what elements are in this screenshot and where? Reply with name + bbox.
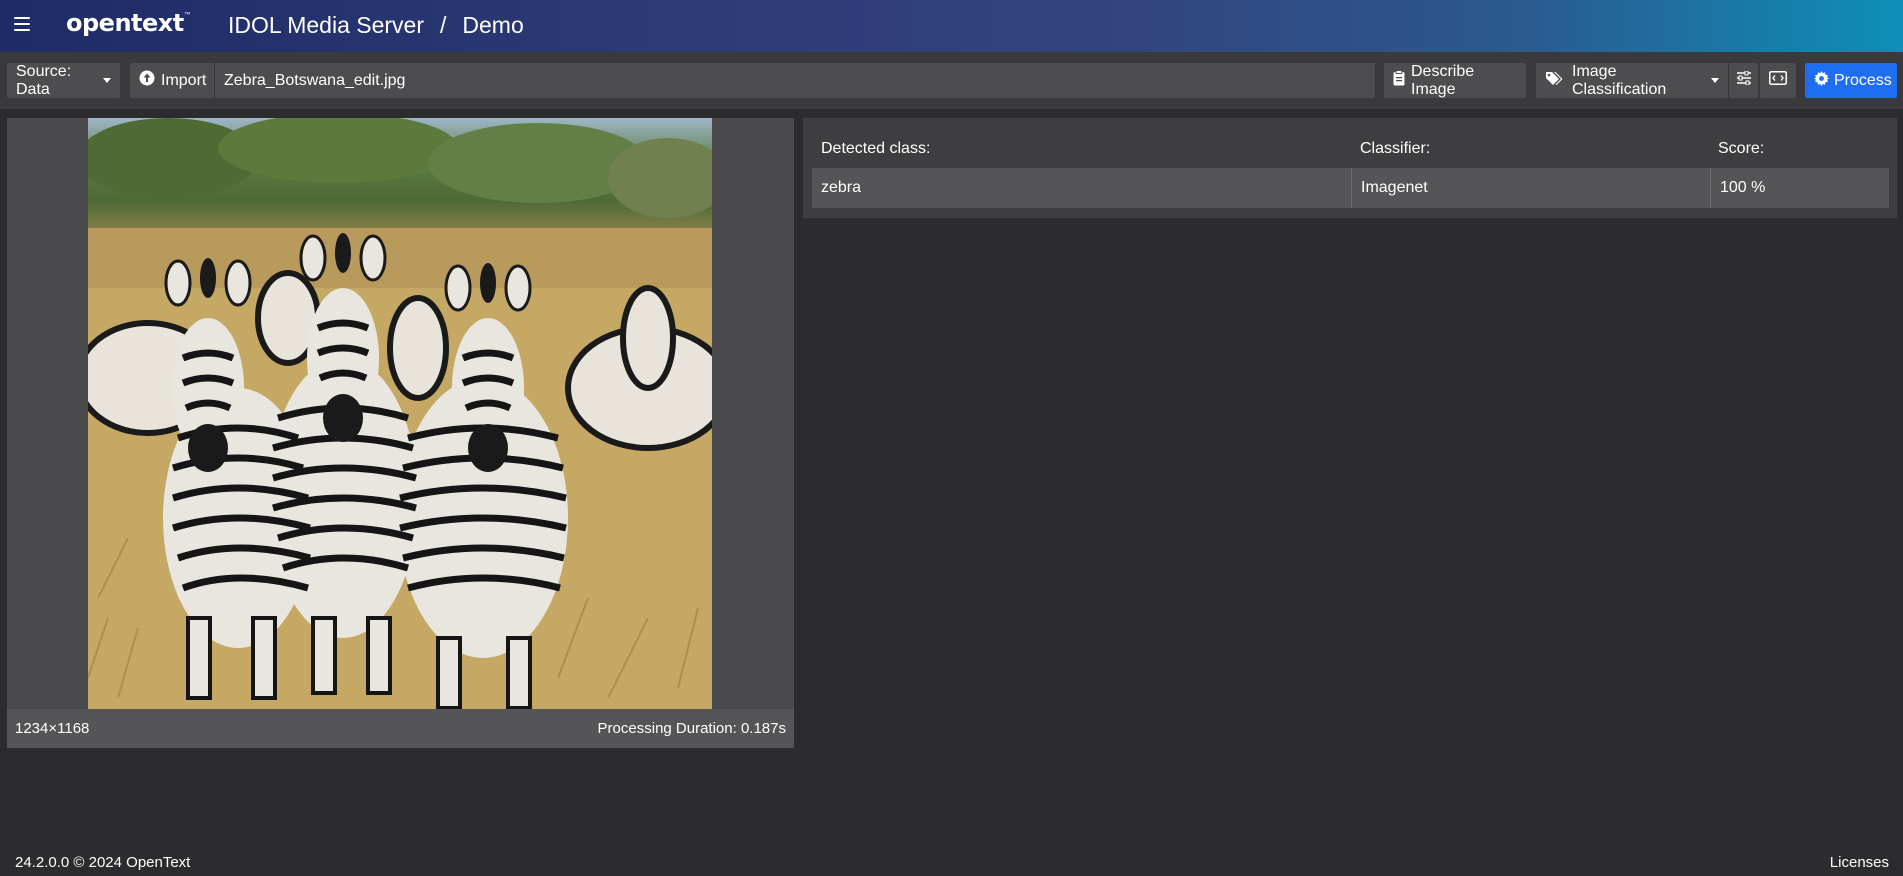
sliders-icon xyxy=(1736,70,1752,90)
file-name-field[interactable]: Zebra_Botswana_edit.jpg xyxy=(214,63,1375,98)
page-name: Demo xyxy=(462,12,524,38)
settings-sliders-button[interactable] xyxy=(1728,63,1758,98)
caret-down-icon xyxy=(1711,78,1719,83)
copyright-text: © 2024 OpenText xyxy=(73,854,191,871)
header-classifier: Classifier: xyxy=(1360,140,1431,157)
menu-icon[interactable] xyxy=(14,17,30,31)
import-button[interactable]: Import xyxy=(130,63,214,98)
source-label: Source: Data xyxy=(16,62,72,98)
image-dimensions: 1234×1168 xyxy=(15,720,90,737)
describe-label: Describe Image xyxy=(1411,62,1475,98)
image-info-bar: 1234×1168 Processing Duration: 0.187s xyxy=(7,709,794,748)
duration-value: 0.187s xyxy=(740,720,786,737)
app-name: IDOL Media Server xyxy=(228,12,424,38)
duration-label: Processing Duration: xyxy=(597,720,737,737)
upload-icon xyxy=(139,70,155,91)
processing-duration: Processing Duration: 0.187s xyxy=(598,720,786,737)
tags-icon xyxy=(1545,71,1563,91)
code-icon xyxy=(1769,71,1787,90)
page-title: IDOL Media Server / Demo xyxy=(228,12,524,39)
process-button[interactable]: Process xyxy=(1805,63,1897,98)
classification-label: Image Classification xyxy=(1572,62,1667,98)
cell-score: 100 % xyxy=(1710,168,1889,208)
image-classification-dropdown[interactable]: Image Classification xyxy=(1536,63,1728,98)
licenses-link[interactable]: Licenses xyxy=(1830,854,1889,871)
version-number: 24.2.0.0 xyxy=(15,854,70,871)
header-detected-class: Detected class: xyxy=(821,140,931,157)
zebra-image xyxy=(88,118,712,709)
zebra-photo-illustration xyxy=(88,118,712,709)
footer-version: 24.2.0.0 © 2024 OpenText xyxy=(15,854,190,871)
opentext-logo: opentext™ xyxy=(66,9,192,37)
cell-detected-class: zebra xyxy=(821,179,862,196)
process-label: Process xyxy=(1834,71,1892,89)
header-score: Score: xyxy=(1718,140,1765,157)
import-label: Import xyxy=(161,71,207,89)
code-view-button[interactable] xyxy=(1759,63,1796,98)
file-name: Zebra_Botswana_edit.jpg xyxy=(224,71,406,89)
title-separator: / xyxy=(440,12,447,38)
caret-down-icon xyxy=(103,78,111,83)
cell-classifier: Imagenet xyxy=(1351,168,1710,208)
app-header: opentext™ IDOL Media Server / Demo xyxy=(0,0,1903,52)
clipboard-icon xyxy=(1393,70,1405,91)
source-dropdown[interactable]: Source: Data xyxy=(7,63,120,98)
gear-icon xyxy=(1814,70,1829,91)
describe-image-button[interactable]: Describe Image xyxy=(1384,63,1526,98)
